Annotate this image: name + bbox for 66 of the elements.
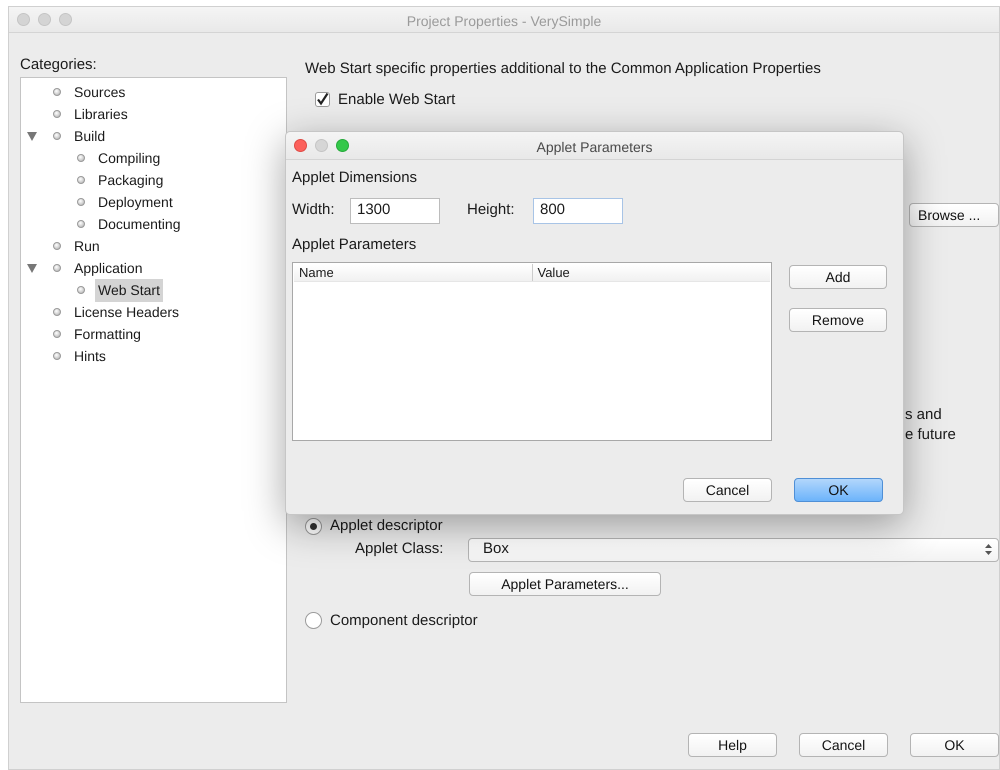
tree-item[interactable]: Web Start — [95, 278, 163, 302]
radio-label: Applet descriptor — [330, 516, 443, 536]
bullet-icon — [77, 220, 85, 228]
tree-item[interactable]: Run — [71, 234, 103, 258]
bullet-icon — [77, 198, 85, 206]
dialog-button[interactable]: Help — [688, 733, 777, 757]
dimensions-label: Applet Dimensions — [292, 168, 418, 188]
column-header[interactable]: Value — [532, 264, 770, 281]
close-icon[interactable] — [294, 139, 307, 152]
width-label: Width: — [292, 200, 336, 220]
width-field[interactable]: 1300 — [350, 198, 440, 224]
tree-item[interactable]: Sources — [71, 80, 128, 104]
radio-button[interactable] — [305, 612, 322, 630]
expanded-triangle-icon[interactable] — [27, 132, 37, 141]
table-action-button[interactable]: Remove — [789, 308, 887, 332]
tree-item[interactable]: Libraries — [71, 102, 131, 126]
window-title: Project Properties - VerySimple — [406, 13, 602, 29]
zoom-icon[interactable] — [59, 13, 72, 26]
radio-button[interactable] — [305, 518, 322, 535]
enable-web-start-label: Enable Web Start — [338, 90, 456, 110]
tree-item[interactable]: Application — [71, 256, 146, 280]
dialog-button[interactable]: OK — [910, 733, 999, 757]
tree-item[interactable]: Documenting — [95, 212, 184, 236]
dialog-button[interactable]: OK — [794, 478, 883, 502]
column-header[interactable]: Name — [294, 264, 532, 281]
partial-text: s and — [905, 405, 943, 425]
dialog-title: Applet Parameters — [536, 139, 652, 155]
bullet-icon — [77, 176, 85, 184]
enable-web-start-checkbox[interactable] — [315, 92, 330, 108]
dialog-button[interactable]: Cancel — [799, 733, 888, 757]
categories-label: Categories: — [20, 55, 98, 75]
dialog-button[interactable]: Cancel — [683, 478, 772, 502]
minimize-icon[interactable] — [38, 13, 51, 26]
close-icon[interactable] — [17, 13, 30, 26]
tree-item[interactable]: License Headers — [71, 300, 182, 324]
browse-button[interactable]: Browse ... — [909, 203, 999, 227]
bullet-icon — [53, 330, 61, 338]
stepper-icon — [985, 544, 992, 555]
applet-class-dropdown[interactable]: Box — [468, 538, 999, 562]
tree-item[interactable]: Formatting — [71, 322, 144, 346]
bullet-icon — [77, 286, 85, 294]
bullet-icon — [53, 352, 61, 360]
bullet-icon — [53, 264, 61, 272]
zoom-icon[interactable] — [336, 139, 349, 152]
tree-item[interactable]: Build — [71, 124, 108, 148]
tree-item[interactable]: Compiling — [95, 146, 164, 170]
section-heading: Web Start specific properties additional to the Common Application Properties — [305, 59, 822, 79]
bullet-icon — [53, 132, 61, 140]
height-field[interactable]: 800 — [533, 198, 623, 224]
minimize-icon[interactable] — [315, 139, 328, 152]
tree-item[interactable]: Deployment — [95, 190, 176, 214]
bullet-icon — [53, 242, 61, 250]
expanded-triangle-icon[interactable] — [27, 264, 37, 273]
radio-label: Component descriptor — [330, 610, 478, 630]
height-label: Height: — [467, 200, 516, 220]
applet-class-label: Applet Class: — [355, 539, 444, 560]
bullet-icon — [53, 110, 61, 118]
applet-parameters-button[interactable]: Applet Parameters... — [469, 572, 661, 596]
tree-item[interactable]: Packaging — [95, 168, 166, 192]
bullet-icon — [77, 154, 85, 162]
tree-item[interactable]: Hints — [71, 344, 109, 368]
partial-text: e future — [905, 425, 957, 445]
table-action-button[interactable]: Add — [789, 265, 887, 289]
parameters-label: Applet Parameters — [292, 234, 418, 254]
bullet-icon — [53, 308, 61, 316]
bullet-icon — [53, 88, 61, 96]
